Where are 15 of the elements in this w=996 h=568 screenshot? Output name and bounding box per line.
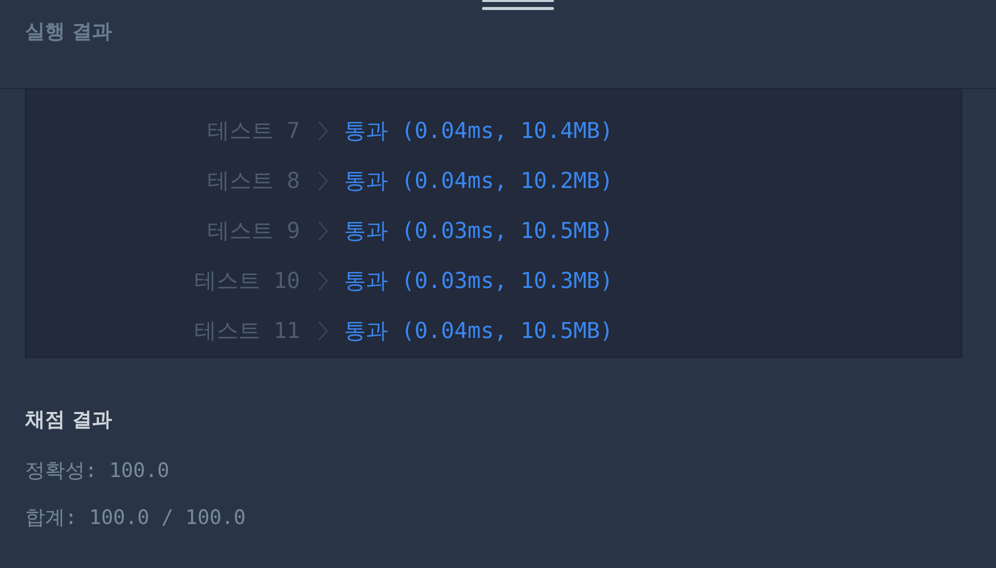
- test-result: 통과 (0.04ms, 10.2MB): [344, 168, 614, 196]
- chevron-right-icon: [318, 271, 328, 291]
- chevron-right-icon: [318, 171, 328, 191]
- chevron-right-icon: [318, 121, 328, 141]
- chevron-right-icon: [318, 221, 328, 241]
- chevron-right-icon: [318, 321, 328, 341]
- test-result: 통과 (0.04ms, 10.5MB): [344, 318, 614, 346]
- test-result: 통과 (0.04ms, 10.4MB): [344, 118, 614, 146]
- score-line: 합계: 100.0 / 100.0: [25, 504, 247, 531]
- grading-title: 채점 결과: [25, 406, 113, 433]
- panel-title: 실행 결과: [25, 18, 113, 45]
- drag-handle-icon[interactable]: [482, 0, 554, 10]
- score-line: 정확성: 100.0: [25, 457, 170, 484]
- test-result: 통과 (0.03ms, 10.5MB): [344, 218, 614, 246]
- test-result: 통과 (0.03ms, 10.3MB): [344, 268, 614, 296]
